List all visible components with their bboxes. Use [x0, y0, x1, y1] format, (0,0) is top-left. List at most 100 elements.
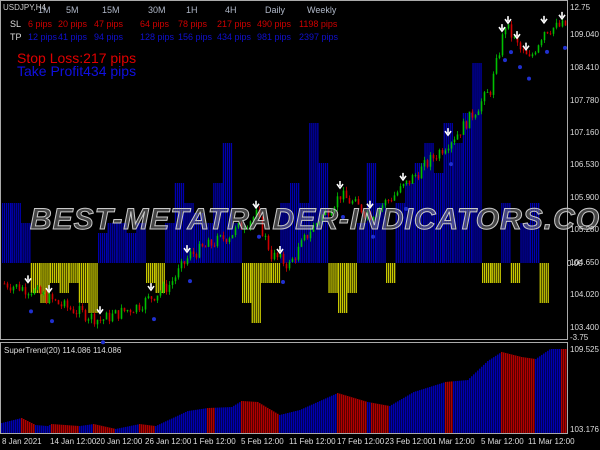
oscillator-bar [78, 263, 81, 303]
signal-dot [281, 279, 285, 284]
candle [15, 284, 18, 287]
supertrend-bar [307, 406, 309, 433]
supertrend-bar [333, 394, 335, 433]
supertrend-bar [117, 428, 119, 433]
supertrend-bar [473, 374, 475, 433]
supertrend-bar [233, 405, 235, 433]
supertrend-bar [563, 349, 565, 433]
supertrend-bar [521, 357, 523, 433]
supertrend-bar [271, 410, 273, 433]
oscillator-bar [54, 263, 56, 283]
oscillator-bar [259, 263, 261, 323]
oscillator-bar [94, 263, 96, 313]
candle [411, 175, 414, 184]
supertrend-bar [467, 380, 469, 433]
supertrend-bar [163, 422, 165, 433]
supertrend-bar [167, 420, 169, 433]
candle [144, 298, 147, 310]
price-tick: 106.530 [570, 160, 599, 169]
supertrend-bar [519, 356, 521, 433]
supertrend-bar [497, 354, 499, 433]
sl-value: 78 pips [178, 19, 208, 29]
candle [504, 28, 507, 35]
supertrend-bar [457, 380, 459, 433]
supertrend-bar [33, 424, 35, 433]
supertrend-bar [27, 421, 29, 433]
oscillator-bar [392, 263, 394, 283]
candle [75, 313, 78, 315]
supertrend-bar [143, 424, 145, 433]
supertrend-bar [401, 399, 403, 433]
oscillator-bar [512, 263, 515, 283]
supertrend-bar [115, 428, 117, 433]
oscillator-bar [25, 223, 27, 263]
supertrend-bar [175, 416, 177, 433]
supertrend-bar [531, 358, 533, 433]
candle [225, 239, 228, 242]
candle [285, 263, 288, 269]
candle [24, 287, 27, 295]
candle [273, 252, 276, 260]
supertrend-bar [347, 396, 349, 433]
supertrend-bar [329, 396, 331, 433]
supertrend-bar [557, 349, 559, 433]
supertrend-bar [75, 425, 77, 433]
time-tick: 5 Mar 12:00 [481, 437, 524, 446]
sl-value: 6 pips [28, 19, 53, 29]
oscillator-bar [106, 233, 108, 263]
candle [345, 190, 348, 199]
supertrend-bar [159, 424, 161, 433]
candle [477, 111, 480, 116]
supertrend-bar [331, 395, 333, 433]
supertrend-bar [475, 372, 477, 433]
supertrend-bar [459, 380, 461, 433]
supertrend-bar [137, 424, 139, 433]
supertrend-bar [313, 403, 315, 433]
price-tick: 108.410 [570, 63, 599, 72]
candle [198, 243, 201, 258]
supertrend-bar [13, 420, 15, 433]
supertrend-bar [337, 393, 339, 433]
supertrend-bar [533, 358, 535, 433]
supertrend-bar [247, 401, 249, 433]
supertrend-bar [361, 400, 363, 433]
supertrend-bar [135, 424, 137, 433]
supertrend-bar [225, 407, 227, 433]
sl-value: 20 pips [58, 19, 88, 29]
candle [147, 296, 150, 299]
candle [45, 292, 48, 304]
supertrend-bar [413, 392, 415, 433]
supertrend-bar [553, 349, 555, 433]
candle [537, 45, 540, 53]
candle [423, 160, 426, 167]
supertrend-bar [447, 381, 449, 433]
signal-dot [50, 319, 54, 324]
supertrend-bar [451, 381, 453, 433]
supertrend-bar [547, 350, 549, 433]
candle [69, 307, 72, 310]
oscillator-bar [44, 263, 46, 303]
timeframe-7: Weekly [307, 5, 337, 15]
oscillator-bar [499, 263, 501, 283]
supertrend-bar [463, 380, 465, 433]
time-tick: 26 Jan 12:00 [145, 437, 192, 446]
candle [558, 22, 561, 27]
supertrend-bar [209, 407, 211, 433]
candle [204, 246, 207, 248]
sell-arrow-icon [276, 245, 284, 255]
oscillator-bar [27, 223, 29, 263]
supertrend-bar [373, 403, 375, 433]
oscillator-bar [75, 263, 77, 283]
oscillator-bar [491, 263, 493, 283]
sl-value: 64 pips [140, 19, 170, 29]
oscillator-bar [355, 263, 357, 293]
sell-arrow-icon [504, 16, 512, 25]
candle [282, 253, 285, 264]
supertrend-bar [369, 402, 371, 433]
supertrend-bar [51, 424, 53, 433]
supertrend-bar [193, 410, 195, 433]
oscillator-bar [482, 263, 484, 283]
oscillator-bar [547, 263, 549, 303]
supertrend-bar [491, 358, 493, 433]
candle [126, 309, 129, 312]
